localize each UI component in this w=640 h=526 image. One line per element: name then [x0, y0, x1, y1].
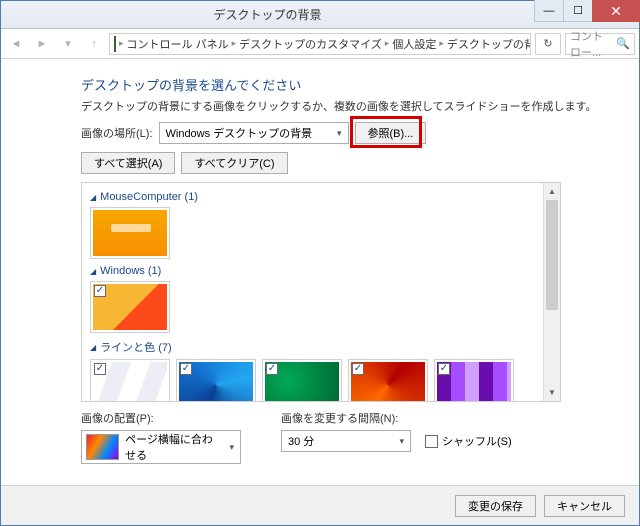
placement-value: ページ横幅に合わせる: [125, 431, 220, 463]
window-title: デスクトップの背景: [1, 6, 534, 23]
control-panel-icon: [114, 36, 116, 52]
scroll-track[interactable]: [544, 200, 560, 384]
wallpaper-thumb[interactable]: ✓: [90, 207, 170, 259]
shuffle-checkbox[interactable]: シャッフル(S): [425, 433, 512, 449]
close-button[interactable]: ✕: [592, 0, 640, 22]
group-lines-colors[interactable]: ◢ラインと色 (7): [90, 339, 535, 355]
scroll-down-icon[interactable]: ▼: [544, 384, 560, 401]
search-icon: 🔍: [616, 37, 630, 50]
crumb-1[interactable]: デスクトップのカスタマイズ: [239, 36, 382, 52]
wallpaper-thumb[interactable]: ✓: [90, 359, 170, 401]
wallpaper-thumb[interactable]: ✓: [176, 359, 256, 401]
recent-button[interactable]: ▾: [57, 33, 79, 55]
refresh-button[interactable]: ↻: [535, 33, 561, 55]
scrollbar[interactable]: ▲ ▼: [543, 183, 560, 401]
thumb-checkbox[interactable]: ✓: [352, 363, 364, 375]
titlebar: デスクトップの背景 — ☐ ✕: [1, 1, 639, 29]
crumb-3[interactable]: デスクトップの背景: [447, 36, 531, 52]
collapse-icon: ◢: [90, 343, 96, 352]
back-button[interactable]: ◄: [5, 33, 27, 55]
gallery: ◢MouseComputer (1) ✓ ◢Windows (1) ✓ ◢ライン…: [81, 182, 561, 402]
group-mousecomputer[interactable]: ◢MouseComputer (1): [90, 191, 535, 203]
checkbox-icon: [425, 435, 438, 448]
clear-all-button[interactable]: すべてクリア(C): [181, 152, 287, 174]
browse-button[interactable]: 参照(B)...: [355, 122, 427, 144]
footer: 変更の保存 キャンセル: [1, 485, 639, 525]
interval-value: 30 分: [288, 433, 314, 449]
select-all-button[interactable]: すべて選択(A): [81, 152, 175, 174]
forward-button[interactable]: ►: [31, 33, 53, 55]
interval-select[interactable]: 30 分: [281, 430, 411, 452]
up-button[interactable]: ↑: [83, 33, 105, 55]
content: デスクトップの背景を選んでください デスクトップの背景にする画像をクリックするか…: [1, 59, 639, 485]
group-windows[interactable]: ◢Windows (1): [90, 265, 535, 277]
location-label: 画像の場所(L):: [81, 125, 153, 141]
thumb-checkbox[interactable]: ✓: [180, 363, 192, 375]
maximize-button[interactable]: ☐: [563, 0, 593, 22]
wallpaper-thumb[interactable]: ✓: [90, 281, 170, 333]
placement-preview-icon: [86, 434, 119, 460]
collapse-icon: ◢: [90, 193, 96, 202]
thumb-checkbox[interactable]: ✓: [94, 285, 106, 297]
wallpaper-thumb[interactable]: ✓: [348, 359, 428, 401]
search-placeholder: コントロー...: [570, 28, 613, 60]
page-subtitle: デスクトップの背景にする画像をクリックするか、複数の画像を選択してスライドショー…: [81, 98, 619, 114]
thumb-checkbox[interactable]: ✓: [94, 363, 106, 375]
thumb-checkbox[interactable]: ✓: [266, 363, 278, 375]
wallpaper-thumb[interactable]: ✓: [262, 359, 342, 401]
placement-select[interactable]: ページ横幅に合わせる: [81, 430, 241, 464]
crumb-0[interactable]: コントロール パネル: [127, 36, 229, 52]
window-buttons: — ☐ ✕: [534, 1, 639, 28]
thumb-checkbox[interactable]: ✓: [438, 363, 450, 375]
location-select[interactable]: Windows デスクトップの背景: [159, 122, 349, 144]
interval-label: 画像を変更する間隔(N):: [281, 410, 512, 426]
breadcrumb[interactable]: ▸ コントロール パネル▸ デスクトップのカスタマイズ▸ 個人設定▸ デスクトッ…: [109, 33, 531, 55]
save-button[interactable]: 変更の保存: [455, 495, 536, 517]
page-title: デスクトップの背景を選んでください: [81, 75, 619, 94]
minimize-button[interactable]: —: [534, 0, 564, 22]
navbar: ◄ ► ▾ ↑ ▸ コントロール パネル▸ デスクトップのカスタマイズ▸ 個人設…: [1, 29, 639, 59]
scroll-up-icon[interactable]: ▲: [544, 183, 560, 200]
cancel-button[interactable]: キャンセル: [544, 495, 625, 517]
crumb-2[interactable]: 個人設定: [392, 36, 436, 52]
wallpaper-thumb[interactable]: ✓: [434, 359, 514, 401]
placement-label: 画像の配置(P):: [81, 410, 241, 426]
collapse-icon: ◢: [90, 267, 96, 276]
location-value: Windows デスクトップの背景: [166, 125, 313, 141]
search-input[interactable]: コントロー... 🔍: [565, 33, 635, 55]
scroll-thumb[interactable]: [546, 200, 558, 310]
window: デスクトップの背景 — ☐ ✕ ◄ ► ▾ ↑ ▸ コントロール パネル▸ デス…: [0, 0, 640, 526]
